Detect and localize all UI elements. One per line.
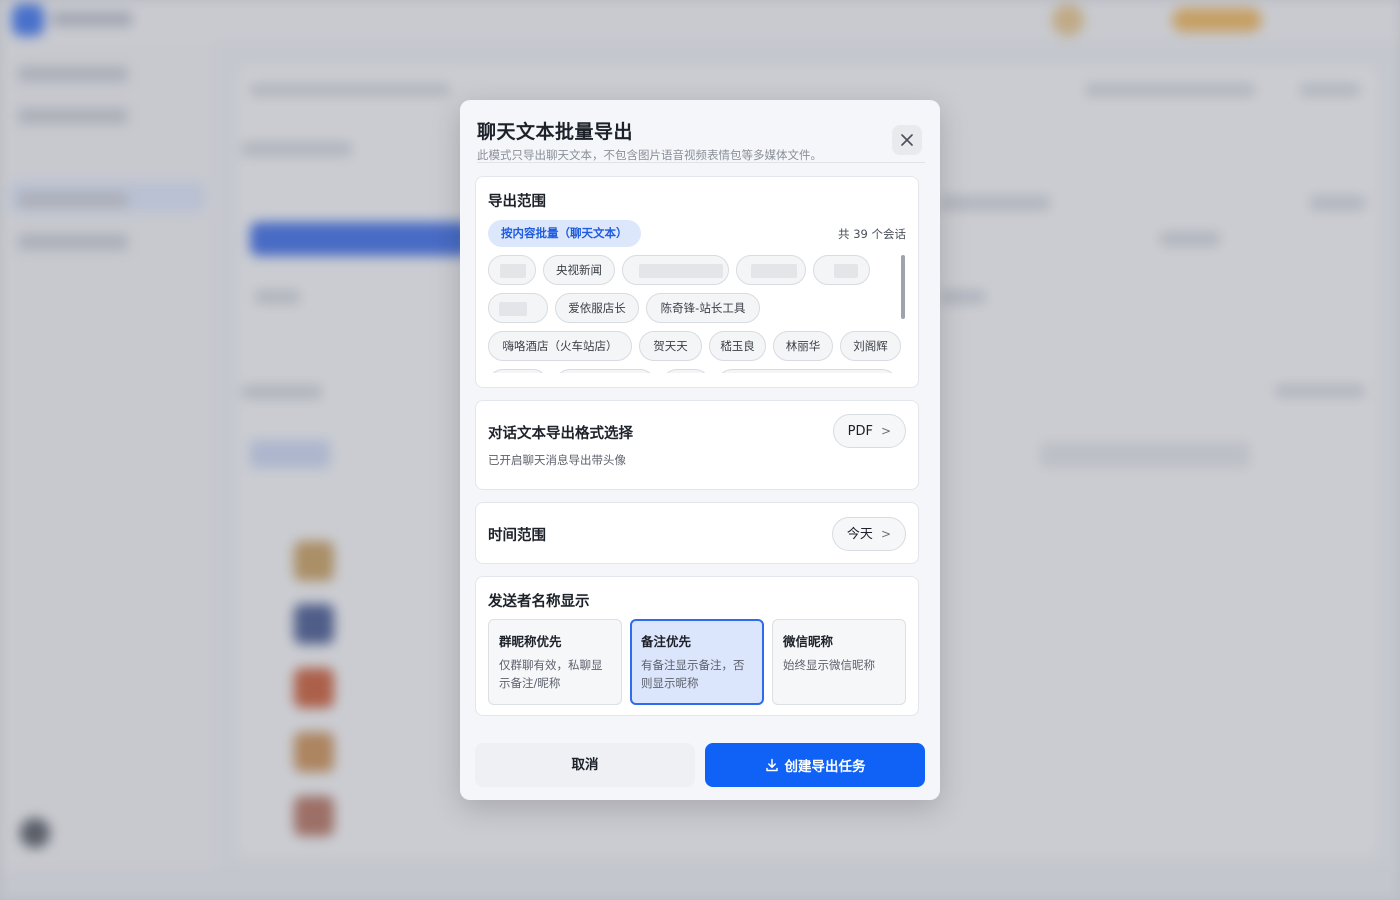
export-format-description: 已开启聊天消息导出带头像 bbox=[488, 453, 626, 467]
dialog-divider bbox=[477, 162, 925, 163]
sender-option-title: 备注优先 bbox=[641, 634, 692, 649]
session-chip[interactable]: 林丽华 bbox=[773, 331, 833, 361]
cancel-button[interactable]: 取消 bbox=[475, 743, 695, 787]
sender-option-description: 始终显示微信昵称 bbox=[783, 658, 875, 672]
time-range-value: 今天 bbox=[846, 527, 873, 542]
sender-name-card: 发送者名称显示 群昵称优先 仅群聊有效，私聊显示备注/昵称 备注优先 有备注显示… bbox=[475, 576, 919, 716]
session-chip[interactable]: 爱依服店长 bbox=[555, 293, 639, 323]
session-chip[interactable] bbox=[662, 369, 710, 373]
session-chip[interactable]: 贺天天 bbox=[639, 331, 702, 361]
session-chip[interactable]: 央视新闻 bbox=[543, 255, 615, 285]
session-chip[interactable]: 刘阁辉 bbox=[840, 331, 901, 361]
session-chip[interactable] bbox=[813, 255, 870, 285]
time-range-select[interactable]: 今天 > bbox=[831, 517, 906, 551]
create-export-task-button[interactable]: 创建导出任务 bbox=[705, 743, 925, 787]
session-chip[interactable]: 嗨咯酒店（火车站店） bbox=[488, 331, 632, 361]
session-chip[interactable] bbox=[736, 255, 806, 285]
chevron-right-icon: > bbox=[880, 424, 891, 438]
session-chip[interactable] bbox=[622, 255, 729, 285]
sender-option-description: 仅群聊有效，私聊显示备注/昵称 bbox=[499, 658, 603, 690]
dialog-footer: 取消 创建导出任务 bbox=[475, 731, 925, 787]
session-chip[interactable] bbox=[488, 369, 548, 373]
sender-option-remark[interactable]: 备注优先 有备注显示备注，否则显示昵称 bbox=[630, 619, 764, 705]
export-scope-title: 导出范围 bbox=[488, 194, 546, 210]
chip-list-scrollbar[interactable] bbox=[901, 255, 905, 319]
time-range-title: 时间范围 bbox=[488, 528, 546, 544]
session-chip[interactable]: 嵇玉良 bbox=[709, 331, 766, 361]
sender-option-wechat-nickname[interactable]: 微信昵称 始终显示微信昵称 bbox=[772, 619, 906, 705]
close-button[interactable] bbox=[892, 125, 922, 155]
create-export-task-label: 创建导出任务 bbox=[784, 759, 866, 775]
dialog-title: 聊天文本批量导出 bbox=[477, 121, 634, 143]
sender-option-description: 有备注显示备注，否则显示昵称 bbox=[641, 658, 745, 690]
session-chip[interactable] bbox=[717, 369, 897, 373]
session-chip[interactable] bbox=[488, 293, 548, 323]
dialog-body[interactable]: 导出范围 按内容批量（聊天文本） 共 39 个会话 央视新闻 爱依服店长 陈奇锋… bbox=[475, 176, 920, 732]
sender-option-group-nickname[interactable]: 群昵称优先 仅群聊有效，私聊显示备注/昵称 bbox=[488, 619, 622, 705]
close-icon bbox=[901, 134, 913, 146]
export-format-value: PDF bbox=[847, 424, 873, 439]
export-dialog: 聊天文本批量导出 此模式只导出聊天文本，不包含图片语音视频表情包等多媒体文件。 … bbox=[460, 100, 940, 800]
download-icon bbox=[765, 758, 778, 772]
session-chip[interactable]: 陈奇锋-站长工具 bbox=[646, 293, 760, 323]
session-chip[interactable] bbox=[555, 369, 655, 373]
dialog-subtitle: 此模式只导出聊天文本，不包含图片语音视频表情包等多媒体文件。 bbox=[477, 148, 822, 162]
scope-mode-pill[interactable]: 按内容批量（聊天文本） bbox=[488, 220, 641, 247]
sender-option-title: 微信昵称 bbox=[783, 634, 834, 649]
session-chip[interactable] bbox=[488, 255, 536, 285]
export-format-title: 对话文本导出格式选择 bbox=[488, 426, 633, 442]
export-scope-card: 导出范围 按内容批量（聊天文本） 共 39 个会话 央视新闻 爱依服店长 陈奇锋… bbox=[475, 176, 919, 388]
time-range-card: 时间范围 今天 > bbox=[475, 502, 919, 564]
chevron-right-icon: > bbox=[880, 527, 891, 541]
sender-option-title: 群昵称优先 bbox=[499, 634, 562, 649]
export-format-card: 对话文本导出格式选择 已开启聊天消息导出带头像 PDF > bbox=[475, 400, 919, 490]
export-format-select[interactable]: PDF > bbox=[832, 414, 906, 448]
sender-name-title: 发送者名称显示 bbox=[488, 594, 590, 610]
session-chip-list[interactable]: 央视新闻 爱依服店长 陈奇锋-站长工具 嗨咯酒店（火车站店） 贺天天 嵇玉良 林… bbox=[488, 255, 908, 373]
session-count: 共 39 个会话 bbox=[838, 227, 906, 241]
